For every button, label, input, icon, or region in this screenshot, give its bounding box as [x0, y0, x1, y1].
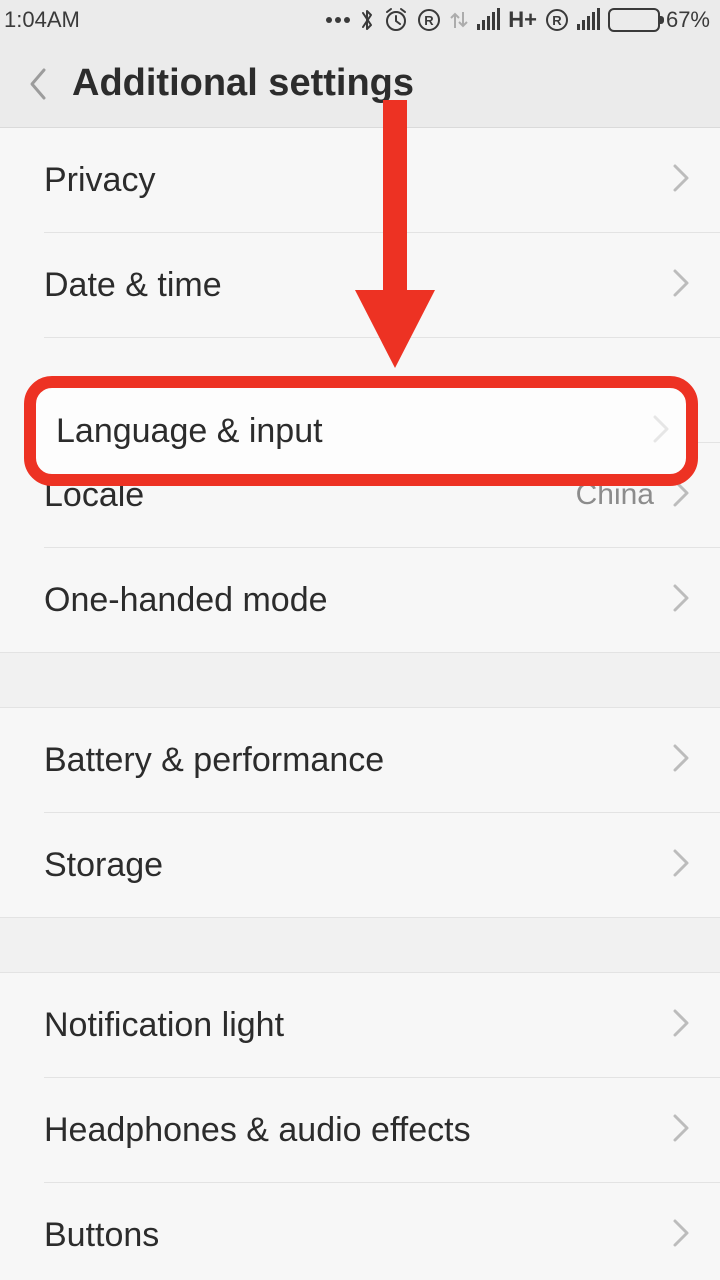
svg-text:R: R [425, 13, 435, 28]
chevron-right-icon [652, 413, 670, 450]
row-label: One-handed mode [44, 581, 672, 620]
status-time: 1:04AM [4, 7, 80, 33]
more-icon [325, 16, 351, 24]
settings-group-3: Notification light Headphones & audio ef… [0, 973, 720, 1280]
row-label: Headphones & audio effects [44, 1111, 672, 1150]
signal-icon-1 [477, 10, 500, 30]
network-type: H+ [508, 7, 537, 33]
status-bar: 1:04AM R H+ R 67% [0, 0, 720, 40]
chevron-right-icon [672, 1112, 690, 1149]
row-label: Notification light [44, 1006, 672, 1045]
chevron-left-icon [26, 64, 50, 104]
battery-percent: 67% [666, 7, 710, 33]
page-title: Additional settings [72, 62, 414, 105]
settings-group-2: Battery & performance Storage [0, 708, 720, 917]
row-privacy[interactable]: Privacy [0, 128, 720, 232]
signal-icon-2 [577, 10, 600, 30]
alarm-icon [383, 7, 409, 33]
row-buttons[interactable]: Buttons [0, 1183, 720, 1280]
status-right: R H+ R 67% [325, 7, 710, 33]
row-label: Date & time [44, 266, 672, 305]
row-label: Buttons [44, 1216, 672, 1255]
header-bar: Additional settings [0, 40, 720, 128]
chevron-right-icon [672, 1217, 690, 1254]
section-gap [0, 917, 720, 973]
registered-icon-2: R [545, 8, 569, 32]
row-storage[interactable]: Storage [0, 813, 720, 917]
row-notification-light[interactable]: Notification light [0, 973, 720, 1077]
row-label: Battery & performance [44, 741, 672, 780]
svg-text:R: R [552, 13, 562, 28]
row-language-input[interactable]: Language & input [24, 376, 698, 486]
row-one-handed-mode[interactable]: One-handed mode [0, 548, 720, 652]
chevron-right-icon [672, 847, 690, 884]
section-gap [0, 652, 720, 708]
row-battery-performance[interactable]: Battery & performance [0, 708, 720, 812]
row-headphones-audio[interactable]: Headphones & audio effects [0, 1078, 720, 1182]
row-label: Privacy [44, 161, 672, 200]
chevron-right-icon [672, 267, 690, 304]
chevron-right-icon [672, 162, 690, 199]
bluetooth-icon [359, 7, 375, 33]
row-label: Language & input [56, 412, 652, 451]
registered-icon: R [417, 8, 441, 32]
chevron-right-icon [672, 742, 690, 779]
back-button[interactable] [8, 54, 68, 114]
divider [44, 337, 720, 338]
chevron-right-icon [672, 582, 690, 619]
chevron-right-icon [672, 1007, 690, 1044]
battery-indicator: 67% [608, 7, 710, 33]
row-date-time[interactable]: Date & time [0, 233, 720, 337]
data-transfer-icon [449, 8, 469, 32]
row-label: Storage [44, 846, 672, 885]
